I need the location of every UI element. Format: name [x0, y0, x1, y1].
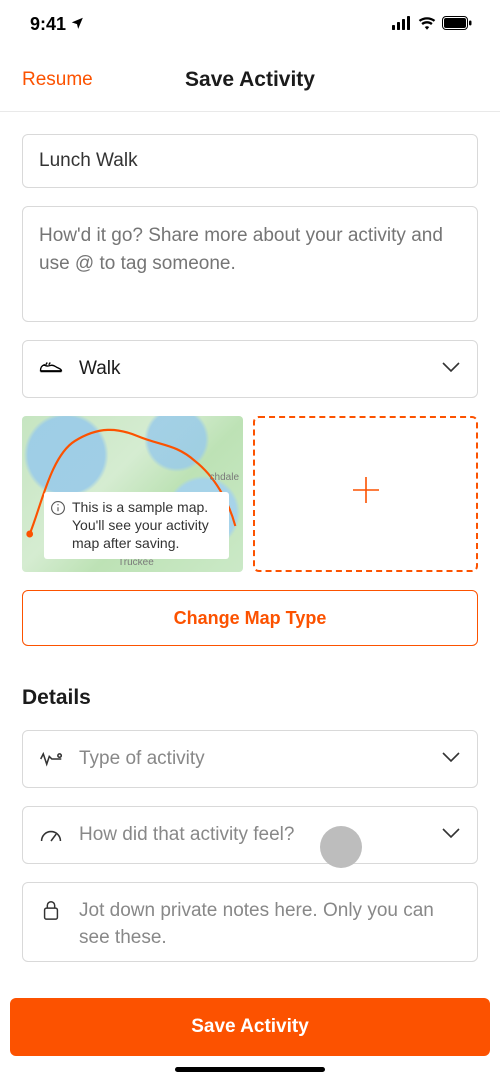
- chevron-down-icon: [441, 360, 461, 378]
- activity-type-selector[interactable]: Walk: [22, 340, 478, 398]
- content: Walk chdale Truckee This is a: [0, 112, 500, 962]
- add-photo-button[interactable]: [253, 416, 478, 572]
- home-indicator[interactable]: [175, 1067, 325, 1072]
- activity-description-input[interactable]: [22, 206, 478, 322]
- nav-bar: Resume Save Activity: [0, 48, 500, 112]
- chevron-down-icon: [441, 750, 461, 768]
- bottom-bar: Save Activity: [0, 986, 500, 1080]
- change-map-type-button[interactable]: Change Map Type: [22, 590, 478, 646]
- cellular-icon: [392, 14, 412, 35]
- type-of-activity-row[interactable]: Type of activity: [22, 730, 478, 788]
- touch-indicator: [320, 826, 362, 868]
- gauge-icon: [39, 823, 63, 847]
- page-title: Save Activity: [185, 68, 315, 92]
- map-tooltip-text: This is a sample map. You'll see your ac…: [72, 498, 221, 553]
- private-notes-placeholder: Jot down private notes here. Only you ca…: [79, 898, 461, 951]
- location-arrow-icon: [70, 14, 84, 35]
- shoe-icon: [39, 357, 63, 382]
- info-icon: [50, 500, 66, 520]
- map-preview[interactable]: chdale Truckee This is a sample map. You…: [22, 416, 243, 572]
- status-time: 9:41: [30, 14, 66, 35]
- map-place-label: chdale: [210, 472, 239, 483]
- activity-wave-icon: [39, 747, 63, 771]
- plus-icon: [351, 475, 381, 514]
- details-heading: Details: [22, 686, 478, 710]
- battery-icon: [442, 14, 472, 35]
- map-place-label: Truckee: [118, 557, 154, 568]
- perceived-effort-row[interactable]: How did that activity feel?: [22, 806, 478, 864]
- save-activity-button[interactable]: Save Activity: [10, 998, 490, 1056]
- activity-type-label: Walk: [79, 358, 425, 380]
- activity-title-input[interactable]: [22, 134, 478, 188]
- map-tooltip: This is a sample map. You'll see your ac…: [44, 492, 229, 559]
- type-of-activity-placeholder: Type of activity: [79, 746, 425, 773]
- media-row: chdale Truckee This is a sample map. You…: [22, 416, 478, 572]
- wifi-icon: [418, 14, 436, 35]
- private-notes-row[interactable]: Jot down private notes here. Only you ca…: [22, 882, 478, 962]
- resume-button[interactable]: Resume: [22, 69, 93, 91]
- perceived-effort-placeholder: How did that activity feel?: [79, 822, 425, 849]
- lock-icon: [39, 898, 63, 922]
- status-bar: 9:41: [0, 0, 500, 48]
- chevron-down-icon: [441, 826, 461, 844]
- status-indicators: [392, 14, 472, 35]
- status-time-group: 9:41: [30, 14, 84, 35]
